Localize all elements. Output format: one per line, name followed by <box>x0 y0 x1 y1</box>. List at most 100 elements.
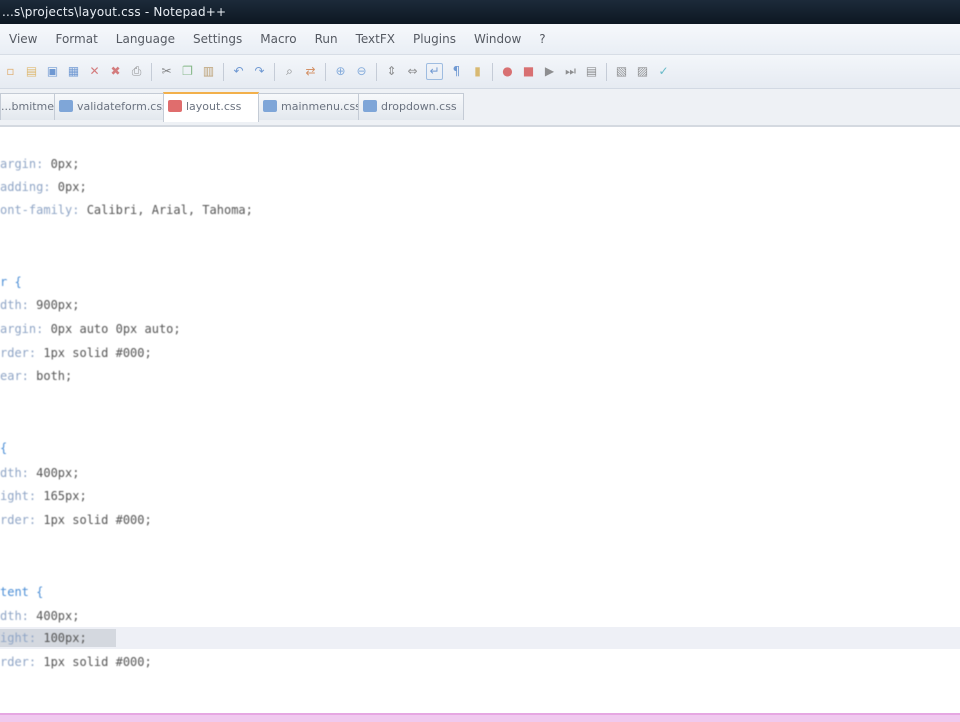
menu-language[interactable]: Language <box>107 24 184 54</box>
menu-view[interactable]: View <box>0 24 46 54</box>
tab-submitmenu[interactable]: ...bmitmenu.css <box>0 93 56 120</box>
zoom-out-icon[interactable]: ⊖ <box>354 64 369 79</box>
menu-textfx[interactable]: TextFX <box>347 24 404 54</box>
run-macro-icon[interactable]: ⏭ <box>563 64 578 79</box>
print-icon[interactable]: ⎙ <box>129 64 144 79</box>
css-property: rder: <box>0 346 37 360</box>
code-line: rder: 1px solid #000; <box>0 342 152 364</box>
code-line: rder: 1px solid #000; <box>0 651 152 673</box>
code-line: ear: both; <box>0 365 72 387</box>
status-bar-edge <box>0 713 960 722</box>
menu-bar: View Format Language Settings Macro Run … <box>0 24 960 55</box>
css-property: ear: <box>0 369 29 383</box>
indent-guide-icon[interactable]: ▮ <box>470 64 485 79</box>
menu-macro[interactable]: Macro <box>251 24 305 54</box>
file-icon <box>363 100 377 112</box>
css-property: argin: <box>0 322 44 336</box>
current-line-highlight <box>0 627 960 649</box>
play-macro-icon[interactable]: ▶ <box>542 64 557 79</box>
css-value: 400px; <box>28 466 80 480</box>
css-property: adding: <box>0 180 51 194</box>
check-icon[interactable]: ✓ <box>656 64 671 79</box>
css-value: 900px; <box>28 298 80 312</box>
tab-label: mainmenu.css <box>281 100 359 113</box>
css-property: dth: <box>0 609 29 623</box>
css-value: 0px auto 0px auto; <box>43 322 181 336</box>
toolbar-separator <box>274 62 275 81</box>
css-value: Calibri, Arial, Tahoma; <box>79 203 253 217</box>
save-icon[interactable]: ▣ <box>45 64 60 79</box>
css-value: 1px solid #000; <box>36 346 152 360</box>
menu-help[interactable]: ? <box>530 24 554 54</box>
menu-run[interactable]: Run <box>306 24 347 54</box>
code-line: ont-family: Calibri, Arial, Tahoma; <box>0 199 253 221</box>
code-line: dth: 400px; <box>0 605 79 627</box>
toolbar-separator <box>325 62 326 81</box>
css-property: dth: <box>0 298 29 312</box>
stop-record-icon[interactable]: ■ <box>521 64 536 79</box>
sync-v-icon[interactable]: ⇕ <box>384 64 399 79</box>
toolbar-separator <box>376 62 377 81</box>
close-all-icon[interactable]: ✖ <box>108 64 123 79</box>
css-property: dth: <box>0 466 29 480</box>
tab-label: dropdown.css <box>381 100 457 113</box>
zoom-in-icon[interactable]: ⊕ <box>333 64 348 79</box>
record-macro-icon[interactable]: ● <box>500 64 515 79</box>
tab-bar: ...bmitmenu.css validateform.css layout.… <box>0 89 960 127</box>
menu-plugins[interactable]: Plugins <box>404 24 465 54</box>
close-icon[interactable]: ✕ <box>87 64 102 79</box>
tab-label: layout.css <box>186 100 242 113</box>
css-property: argin: <box>0 157 44 171</box>
save-all-icon[interactable]: ▦ <box>66 64 81 79</box>
code-line: ight: 165px; <box>0 485 87 507</box>
paste-icon[interactable]: ▥ <box>201 64 216 79</box>
document-map-icon[interactable]: ▧ <box>614 64 629 79</box>
toolbar-separator <box>151 62 152 81</box>
css-value: 1px solid #000; <box>36 513 152 527</box>
code-line: dth: 900px; <box>0 294 79 316</box>
tab-layout[interactable]: layout.css <box>163 92 259 122</box>
menu-settings[interactable]: Settings <box>184 24 251 54</box>
menu-format[interactable]: Format <box>46 24 106 54</box>
function-list-icon[interactable]: ▨ <box>635 64 650 79</box>
code-line: argin: 0px; <box>0 153 79 175</box>
copy-icon[interactable]: ❐ <box>180 64 195 79</box>
css-property: ight: <box>0 489 37 503</box>
css-selector: tent { <box>0 585 44 599</box>
css-property: ight: <box>0 631 37 645</box>
tab-mainmenu[interactable]: mainmenu.css <box>258 93 359 120</box>
tab-dropdown[interactable]: dropdown.css <box>358 93 464 120</box>
cut-icon[interactable]: ✂ <box>159 64 174 79</box>
new-file-icon[interactable]: ▫ <box>3 64 18 79</box>
find-icon[interactable]: ⌕ <box>282 64 297 79</box>
show-all-icon[interactable]: ¶ <box>449 64 464 79</box>
code-line: adding: 0px; <box>0 176 87 198</box>
undo-icon[interactable]: ↶ <box>231 64 246 79</box>
file-icon <box>59 100 73 112</box>
replace-icon[interactable]: ⇄ <box>303 64 318 79</box>
code-line: argin: 0px auto 0px auto; <box>0 318 181 340</box>
code-editor[interactable]: argin: 0px; adding: 0px; ont-family: Cal… <box>0 127 960 713</box>
css-value: 1px solid #000; <box>36 655 152 669</box>
toolbar-separator <box>606 62 607 81</box>
code-line: rder: 1px solid #000; <box>0 509 152 531</box>
toolbar-separator <box>223 62 224 81</box>
save-macro-icon[interactable]: ▤ <box>584 64 599 79</box>
css-value: 400px; <box>28 609 80 623</box>
css-selector: { <box>0 441 8 455</box>
menu-window[interactable]: Window <box>465 24 530 54</box>
css-selector: r { <box>0 275 22 289</box>
tab-label: validateform.css <box>77 100 164 113</box>
redo-icon[interactable]: ↷ <box>252 64 267 79</box>
code-line: tent { <box>0 581 43 603</box>
tab-label: ...bmitmenu.css <box>1 100 55 113</box>
code-line: r { <box>0 271 22 293</box>
toolbar: ▫ ▤ ▣ ▦ ✕ ✖ ⎙ ✂ ❐ ▥ ↶ ↷ ⌕ ⇄ ⊕ ⊖ ⇕ ⇔ ↵ ¶ … <box>0 55 960 89</box>
open-file-icon[interactable]: ▤ <box>24 64 39 79</box>
word-wrap-icon[interactable]: ↵ <box>426 63 443 80</box>
css-value: 0px; <box>50 180 87 194</box>
css-value: 165px; <box>36 489 87 503</box>
sync-h-icon[interactable]: ⇔ <box>405 64 420 79</box>
code-line: { <box>0 437 7 459</box>
tab-validateform[interactable]: validateform.css <box>54 93 164 120</box>
